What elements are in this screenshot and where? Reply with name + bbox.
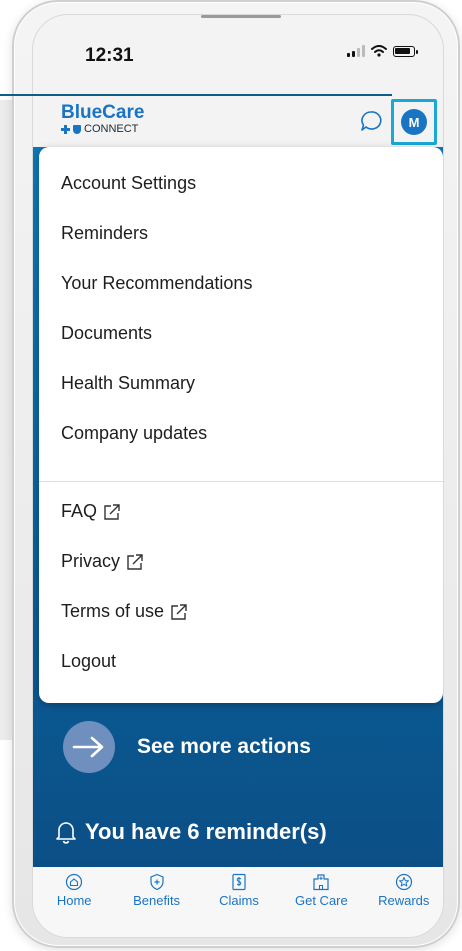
nav-label-benefits: Benefits (133, 893, 181, 908)
avatar-highlight: M (391, 99, 437, 145)
nav-item-benefits[interactable]: Benefits (117, 873, 197, 937)
menu-item-recommendations[interactable]: Your Recommendations (61, 273, 252, 294)
menu-item-documents[interactable]: Documents (61, 323, 152, 344)
menu-item-faq[interactable]: FAQ (61, 501, 121, 522)
nav-label-get-care: Get Care (294, 893, 348, 908)
menu-item-privacy[interactable]: Privacy (61, 551, 144, 572)
callout-line (0, 94, 392, 96)
chat-bubble-icon[interactable] (359, 109, 383, 133)
star-badge-icon (395, 873, 412, 891)
menu-item-faq-label: FAQ (61, 501, 98, 521)
bell-icon (56, 822, 76, 844)
external-link-icon (127, 553, 143, 570)
nav-label-rewards: Rewards (378, 893, 430, 908)
account-dropdown-menu: Account Settings Reminders Your Recommen… (39, 147, 443, 703)
nav-item-home[interactable]: Home (34, 873, 114, 937)
reminders-banner[interactable]: You have 6 reminder(s) (55, 819, 327, 845)
status-icons (347, 45, 418, 57)
status-time: 12:31 (85, 45, 134, 66)
arrow-right-icon (63, 721, 115, 773)
logo-title: BlueCare (61, 102, 145, 123)
menu-item-reminders[interactable]: Reminders (61, 223, 148, 244)
shield-icon (73, 124, 81, 134)
signal-icon (347, 45, 365, 57)
menu-item-company-updates[interactable]: Company updates (61, 423, 207, 444)
external-link-icon (104, 503, 120, 520)
nav-label-claims: Claims (219, 893, 259, 908)
avatar-button[interactable]: M (401, 109, 427, 135)
hospital-icon (313, 874, 329, 891)
shield-plus-icon (149, 873, 164, 891)
menu-item-privacy-label: Privacy (61, 551, 121, 571)
reminders-label: You have 6 reminder(s) (85, 819, 327, 844)
external-link-icon (171, 603, 187, 620)
menu-item-account-settings[interactable]: Account Settings (61, 173, 196, 194)
nav-item-claims[interactable]: Claims (199, 873, 279, 937)
phone-frame: 12:31 See more actions You have 6 remind… (12, 0, 460, 948)
menu-item-health-summary[interactable]: Health Summary (61, 373, 195, 394)
nav-label-home: Home (56, 893, 92, 908)
battery-icon (393, 45, 418, 57)
wifi-icon (371, 45, 387, 57)
dollar-document-icon (232, 873, 246, 891)
logo-subtitle: CONNECT (84, 123, 139, 135)
nav-item-rewards[interactable]: Rewards (364, 873, 443, 937)
nav-item-get-care[interactable]: Get Care (281, 873, 361, 937)
home-icon (66, 873, 83, 891)
menu-item-terms-of-use[interactable]: Terms of use (61, 601, 188, 622)
menu-item-logout[interactable]: Logout (61, 651, 116, 672)
see-more-actions-label: See more actions (137, 735, 311, 758)
bottom-navigation: Home Benefits Claims Get Care Rewards (33, 867, 443, 937)
speaker-notch (201, 15, 281, 18)
menu-divider (39, 481, 443, 482)
see-more-actions-button[interactable]: See more actions (63, 721, 311, 773)
phone-screen: 12:31 See more actions You have 6 remind… (32, 14, 444, 938)
bluecare-logo[interactable]: BlueCare CONNECT (61, 103, 144, 135)
logo-subtitle-row: CONNECT (61, 123, 144, 135)
menu-item-terms-label: Terms of use (61, 601, 165, 621)
app-header: BlueCare CONNECT M (33, 97, 443, 147)
plus-icon (61, 124, 70, 134)
